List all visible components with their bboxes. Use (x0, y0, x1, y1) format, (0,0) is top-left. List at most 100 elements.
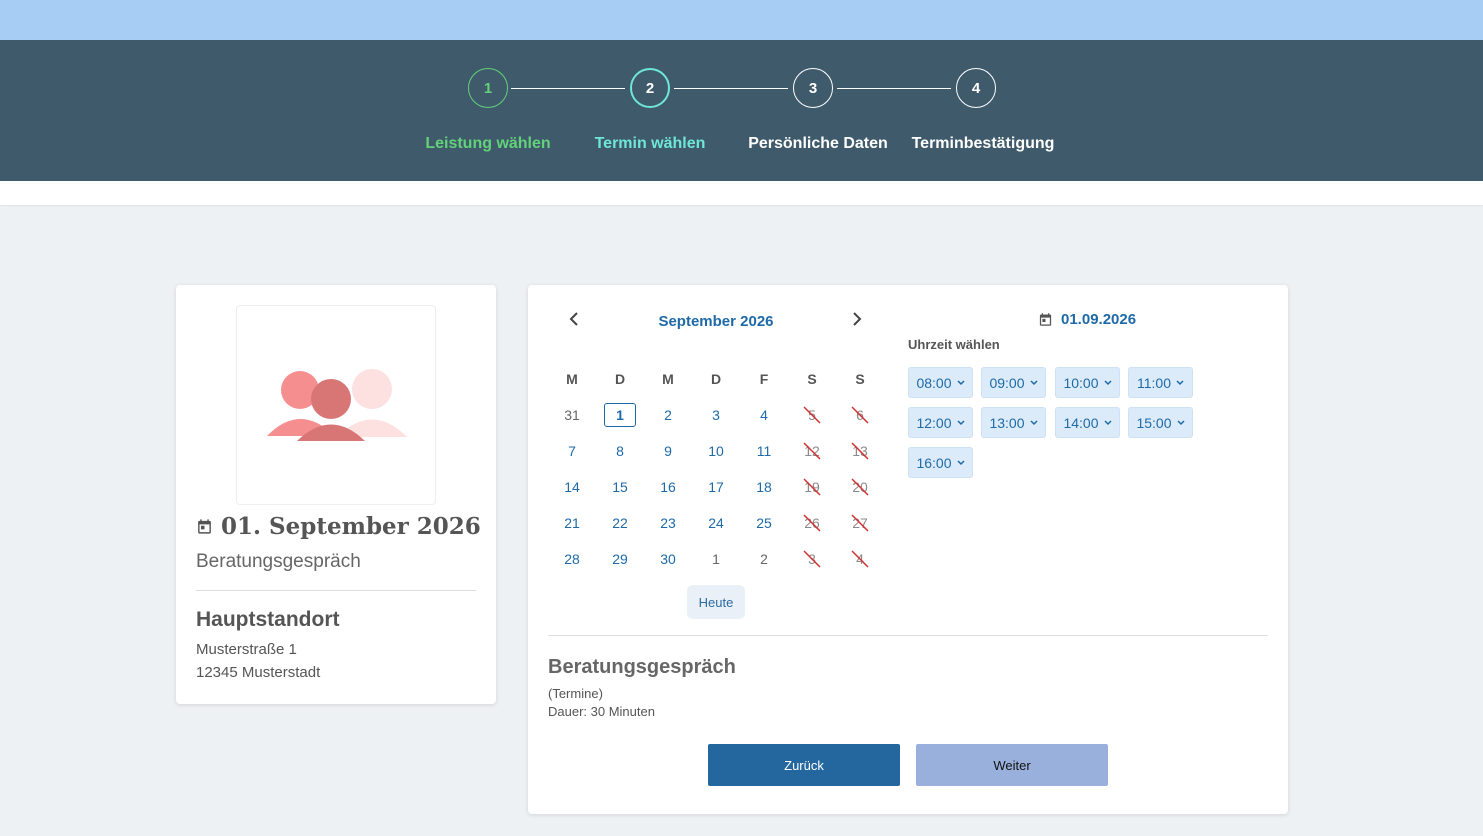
next-button[interactable]: Weiter (916, 744, 1108, 786)
step-2-circle[interactable]: 2 (630, 68, 670, 108)
progress-stepper: 1 2 3 4 Leistung wählen Termin wählen Pe… (0, 40, 1483, 181)
prev-month-button[interactable] (564, 307, 584, 331)
calendar-day[interactable]: 4 (748, 403, 780, 427)
strike-icon (851, 406, 869, 424)
service-image (236, 305, 436, 505)
chevron-down-icon (1029, 379, 1038, 385)
calendar-day-disabled: 3 (796, 547, 828, 571)
time-slot-button[interactable]: 10:00 (1055, 367, 1120, 398)
calendar-day[interactable]: 28 (556, 547, 588, 571)
step-3-label: Persönliche Daten (748, 135, 888, 152)
location-street: Musterstraße 1 (196, 641, 297, 658)
calendar-day[interactable]: 22 (604, 511, 636, 535)
weekday-header: M (566, 371, 578, 387)
calendar-day-disabled: 13 (844, 439, 876, 463)
calendar-day[interactable]: 21 (556, 511, 588, 535)
step-3-circle: 3 (793, 68, 833, 108)
calendar-day[interactable]: 9 (652, 439, 684, 463)
chevron-left-icon (569, 312, 578, 326)
appointment-picker-card: September 2026 M D M D F S S 31 1 2 3 4 … (528, 285, 1288, 814)
chevron-down-icon (1176, 419, 1185, 425)
time-slot-button[interactable]: 08:00 (908, 367, 973, 398)
strike-icon (851, 442, 869, 460)
calendar-day[interactable]: 18 (748, 475, 780, 499)
calendar-day-disabled: 27 (844, 511, 876, 535)
next-month-button[interactable] (847, 307, 867, 331)
calendar-day-disabled: 5 (796, 403, 828, 427)
step-1-circle[interactable]: 1 (468, 68, 508, 108)
chevron-down-icon (1029, 419, 1038, 425)
chevron-down-icon (956, 419, 965, 425)
calendar-day[interactable]: 3 (700, 403, 732, 427)
strike-icon (803, 550, 821, 568)
today-button[interactable]: Heute (687, 585, 745, 619)
time-slot-button[interactable]: 15:00 (1128, 407, 1193, 438)
strike-icon (803, 406, 821, 424)
weekday-header: D (614, 371, 626, 387)
calendar-day[interactable]: 30 (652, 547, 684, 571)
weekday-header: M (662, 371, 674, 387)
chevron-down-icon (1103, 379, 1112, 385)
step-2-label[interactable]: Termin wählen (595, 135, 706, 153)
month-title: September 2026 (658, 313, 774, 330)
time-slot-button[interactable]: 13:00 (981, 407, 1046, 438)
back-button[interactable]: Zurück (708, 744, 900, 786)
calendar-day-disabled: 26 (796, 511, 828, 535)
strike-icon (803, 514, 821, 532)
time-slot-button[interactable]: 09:00 (981, 367, 1046, 398)
booking-summary-card: 01. September 2026 Beratungsgespräch Hau… (176, 285, 496, 704)
time-slot-button[interactable]: 16:00 (908, 447, 973, 478)
calendar-icon (1039, 313, 1052, 326)
service-note: (Termine) (548, 686, 603, 701)
step-connector (511, 88, 625, 89)
calendar-day-selected[interactable]: 1 (604, 403, 636, 427)
summary-service: Beratungsgespräch (196, 551, 361, 572)
calendar-day[interactable]: 14 (556, 475, 588, 499)
time-date-heading: 01.09.2026 (1038, 311, 1136, 328)
time-slot-button[interactable]: 12:00 (908, 407, 973, 438)
divider (196, 590, 476, 591)
calendar-day[interactable]: 23 (652, 511, 684, 535)
time-slot-button[interactable]: 11:00 (1128, 367, 1193, 398)
calendar-day[interactable]: 24 (700, 511, 732, 535)
calendar-day[interactable]: 8 (604, 439, 636, 463)
calendar-day-disabled: 6 (844, 403, 876, 427)
chevron-right-icon (853, 312, 862, 326)
service-title: Beratungsgespräch (548, 656, 736, 678)
calendar-day[interactable]: 7 (556, 439, 588, 463)
weekday-header: S (807, 371, 817, 387)
weekday-header: S (855, 371, 865, 387)
step-connector (674, 88, 788, 89)
calendar-day[interactable]: 17 (700, 475, 732, 499)
divider (548, 635, 1268, 636)
calendar-day[interactable]: 15 (604, 475, 636, 499)
header-shadow-strip (0, 181, 1483, 205)
time-slot-button[interactable]: 14:00 (1055, 407, 1120, 438)
strike-icon (851, 550, 869, 568)
people-group-icon (267, 369, 407, 441)
weekday-header: D (710, 371, 722, 387)
calendar-icon (198, 519, 211, 534)
calendar-day-disabled: 19 (796, 475, 828, 499)
summary-date: 01. September 2026 (221, 513, 481, 540)
calendar-day[interactable]: 10 (700, 439, 732, 463)
strike-icon (851, 478, 869, 496)
chevron-down-icon (956, 459, 965, 465)
calendar-day[interactable]: 11 (748, 439, 780, 463)
calendar-day[interactable]: 16 (652, 475, 684, 499)
location-name: Hauptstandort (196, 608, 340, 631)
calendar-day: 2 (760, 551, 768, 567)
calendar-day-disabled: 20 (844, 475, 876, 499)
weekday-header: F (759, 371, 769, 387)
step-4-circle: 4 (956, 68, 996, 108)
calendar-day[interactable]: 2 (652, 403, 684, 427)
time-select-label: Uhrzeit wählen (908, 337, 1000, 352)
selected-date-heading: 01. September 2026 (196, 513, 481, 540)
calendar-day[interactable]: 29 (604, 547, 636, 571)
calendar-day: 31 (564, 407, 580, 423)
strike-icon (803, 442, 821, 460)
chevron-down-icon (1103, 419, 1112, 425)
calendar-day[interactable]: 25 (748, 511, 780, 535)
service-duration: Dauer: 30 Minuten (548, 704, 655, 719)
step-1-label[interactable]: Leistung wählen (425, 135, 550, 153)
